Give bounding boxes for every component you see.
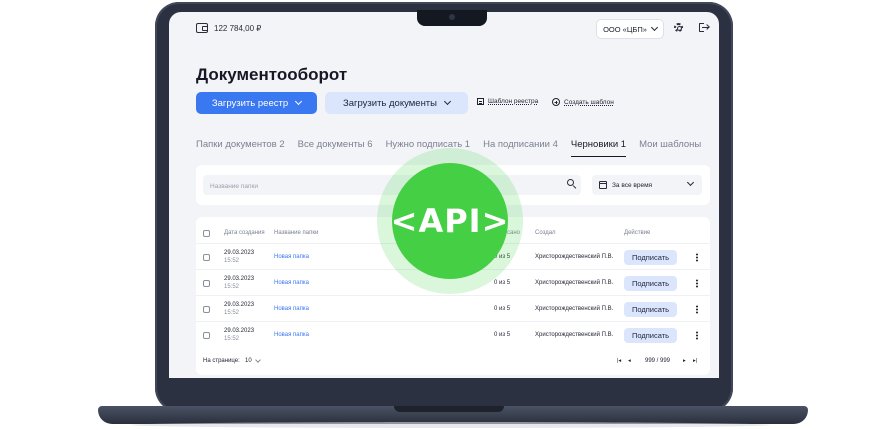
column-name[interactable]: Название папки — [274, 223, 318, 243]
row-checkbox[interactable] — [203, 279, 210, 287]
api-badge: <API> — [390, 163, 510, 279]
upload-documents-button[interactable]: Загрузить документы — [325, 92, 468, 114]
sign-button[interactable]: Подписать — [624, 301, 677, 317]
prev-page-icon[interactable]: ◂ — [628, 353, 631, 369]
row-checkbox[interactable] — [203, 253, 210, 261]
column-created[interactable]: Дата создания — [224, 223, 265, 243]
pagination: На странице: 10 |◂ ◂ 999 / 999 ▸ ▸| — [196, 353, 710, 369]
registry-template-label: Шаблон реестра — [488, 98, 539, 105]
row-signed: 0 из 5 — [494, 306, 511, 312]
period-select[interactable]: За все время — [592, 175, 702, 195]
period-value: За все время — [612, 181, 653, 189]
gear-icon[interactable] — [674, 23, 683, 32]
tab-drafts[interactable]: Черновики 1 — [570, 139, 627, 157]
row-checkbox[interactable] — [203, 305, 210, 313]
camera-notch — [417, 10, 487, 26]
row-author: Христорождественский П.В. — [535, 254, 614, 260]
sign-button[interactable]: Подписать — [624, 275, 677, 291]
registry-template-link[interactable]: Шаблон реестра — [477, 98, 538, 105]
camera-icon — [449, 14, 455, 20]
balance: 122 784,00 ₽ — [196, 23, 261, 33]
per-page-label: На странице: — [203, 358, 240, 364]
per-page-value: 10 — [245, 358, 252, 364]
row-date: 29.03.2023 — [224, 250, 255, 256]
calendar-icon — [599, 181, 607, 189]
row-signed: 0 из 5 — [494, 332, 511, 338]
first-page-icon[interactable]: |◂ — [617, 353, 621, 369]
row-time: 15:52 — [224, 336, 240, 342]
next-page-icon[interactable]: ▸ — [683, 353, 686, 369]
sign-button[interactable]: Подписать — [624, 249, 677, 265]
tab-my-templates[interactable]: Мои шаблоны — [639, 139, 701, 157]
organization-select[interactable]: ООО «ЦБП» — [596, 19, 664, 39]
folder-link[interactable]: Новая папка — [274, 280, 309, 286]
row-time: 15:52 — [224, 258, 240, 264]
page-title: Документооборот — [196, 65, 348, 84]
laptop-shadow — [130, 422, 770, 428]
row-author: Христорождественский П.В. — [535, 306, 614, 312]
folder-link[interactable]: Новая папка — [274, 254, 309, 260]
api-badge-text: <API> — [390, 202, 510, 240]
row-time: 15:52 — [224, 310, 240, 316]
chevron-down-icon — [254, 356, 261, 363]
row-date: 29.03.2023 — [224, 276, 255, 282]
page-indicator: 999 / 999 — [645, 358, 671, 364]
table-row[interactable]: 29.03.2023 15:52 Новая папка 0 из 5 Христ… — [196, 321, 710, 348]
create-template-label: Создать шаблон — [564, 98, 614, 106]
column-author[interactable]: Создал — [535, 223, 556, 243]
upload-documents-label: Загрузить документы — [343, 97, 437, 109]
chevron-down-icon — [443, 97, 452, 106]
chevron-down-icon — [686, 178, 695, 187]
row-author: Христорождественский П.В. — [535, 332, 614, 338]
select-all-checkbox[interactable] — [203, 229, 210, 237]
row-author: Христорождественский П.В. — [535, 280, 614, 286]
tab-document-folders[interactable]: Папки документов 2 — [196, 139, 285, 157]
last-page-icon[interactable]: ▸| — [693, 353, 697, 369]
per-page-select[interactable]: 10 — [245, 353, 261, 369]
upload-registry-label: Загрузить реестр — [211, 97, 289, 109]
logout-icon[interactable] — [699, 23, 710, 32]
row-date: 29.03.2023 — [224, 328, 255, 334]
column-action: Действие — [624, 230, 651, 236]
tab-all-documents[interactable]: Все документы 6 — [298, 139, 373, 157]
balance-value: 122 784,00 ₽ — [214, 23, 262, 33]
create-template-link[interactable]: Создать шаблон — [552, 98, 614, 106]
more-icon[interactable] — [696, 252, 698, 262]
plus-circle-icon — [552, 98, 560, 106]
more-icon[interactable] — [696, 304, 698, 314]
folder-link[interactable]: Новая папка — [274, 306, 309, 312]
row-checkbox[interactable] — [203, 331, 210, 339]
chevron-down-icon — [295, 97, 303, 106]
search-icon[interactable] — [567, 179, 574, 186]
more-icon[interactable] — [696, 330, 698, 340]
laptop-base-groove — [394, 406, 504, 412]
more-icon[interactable] — [696, 278, 698, 288]
chevron-down-icon — [650, 23, 658, 32]
folder-link[interactable]: Новая папка — [274, 332, 309, 338]
organization-value: ООО «ЦБП» — [603, 24, 647, 34]
table-icon — [477, 98, 484, 105]
sign-button[interactable]: Подписать — [624, 327, 677, 343]
row-time: 15:52 — [224, 284, 240, 290]
upload-registry-button[interactable]: Загрузить реестр — [196, 92, 317, 114]
tab-in-signing[interactable]: На подписании 4 — [483, 139, 558, 157]
table-row[interactable]: 29.03.2023 15:52 Новая папка 0 из 5 Христ… — [196, 295, 710, 322]
row-date: 29.03.2023 — [224, 302, 255, 308]
wallet-icon — [196, 23, 208, 33]
